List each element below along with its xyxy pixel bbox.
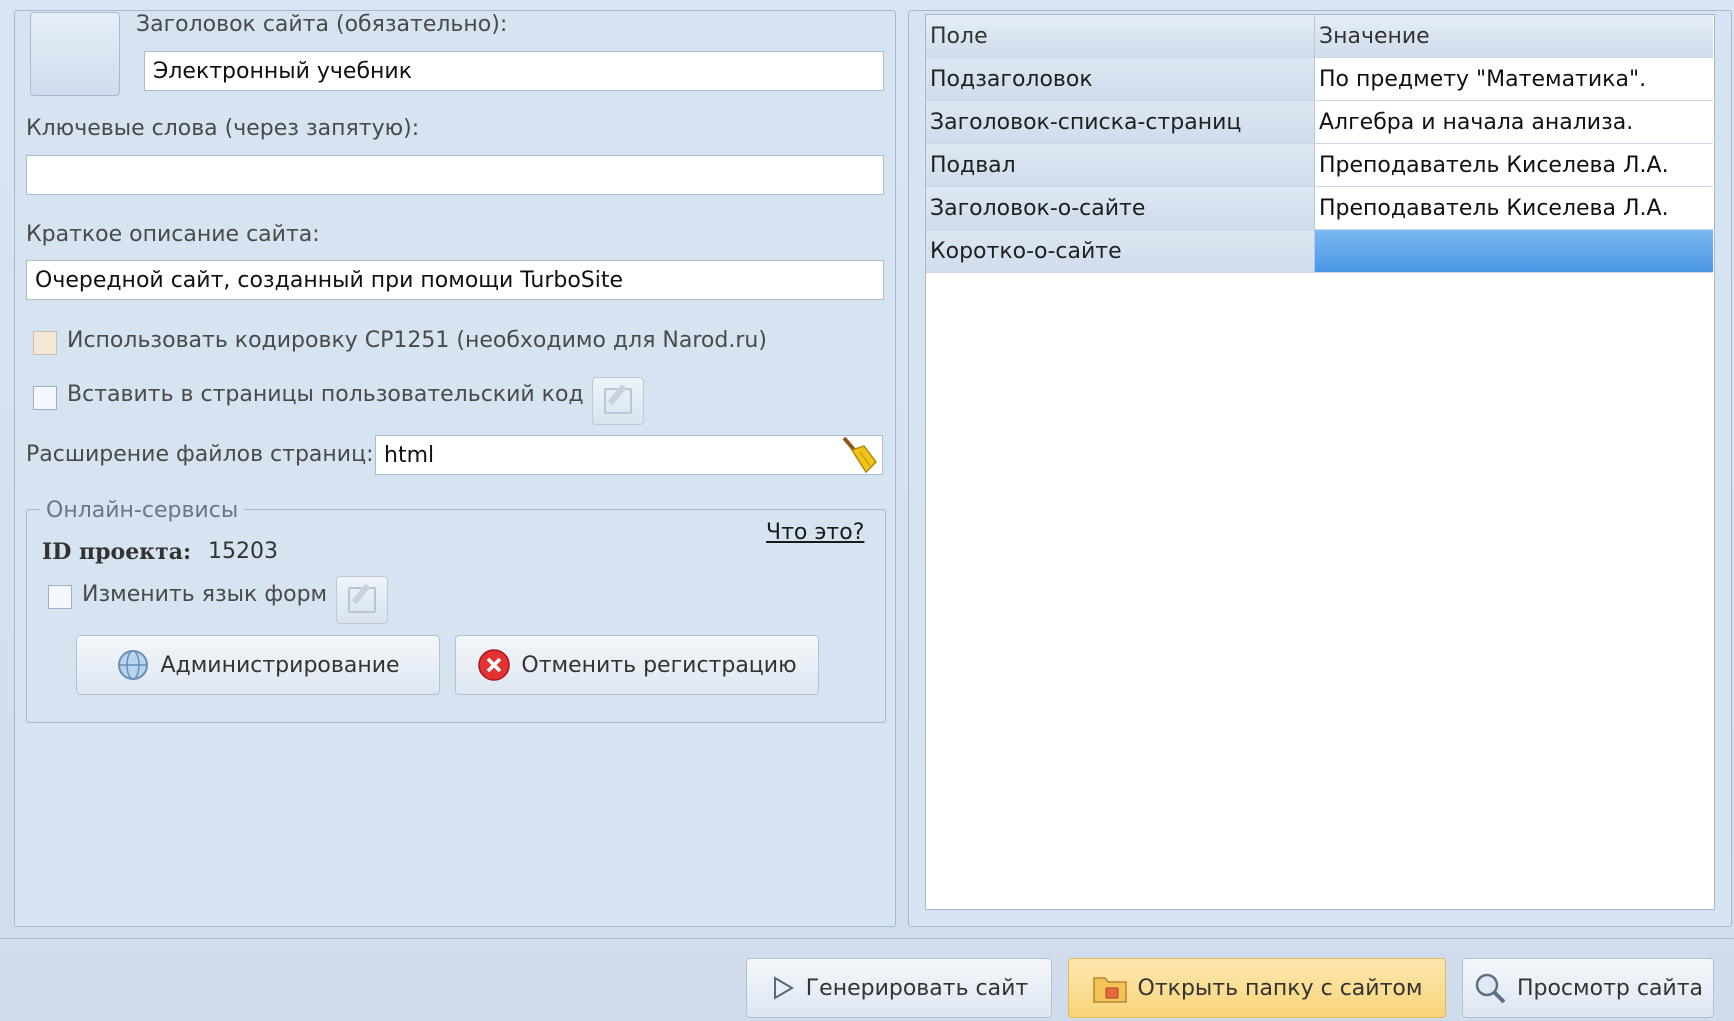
table-row[interactable]: Заголовок-о-сайте Преподаватель Киселева…: [926, 187, 1714, 230]
edit-custom-code-button[interactable]: [592, 377, 644, 425]
app-window: Заголовок сайта (обязательно): Электронн…: [0, 0, 1734, 1021]
field-cell: Заголовок-списка-страниц: [926, 101, 1315, 144]
project-id-value: 15203: [208, 539, 278, 564]
column-header-field[interactable]: Поле: [926, 15, 1315, 58]
site-title-label: Заголовок сайта (обязательно):: [136, 12, 508, 37]
field-cell: Подзаголовок: [926, 58, 1315, 101]
folder-icon: [1092, 977, 1127, 1003]
table-row[interactable]: Подвал Преподаватель Киселева Л.А.: [926, 144, 1714, 187]
cancel-registration-button[interactable]: Отменить регистрацию: [455, 635, 819, 695]
keywords-input[interactable]: [26, 155, 884, 195]
extension-label: Расширение файлов страниц:: [26, 442, 374, 467]
generate-site-button[interactable]: Генерировать сайт: [746, 958, 1052, 1018]
administration-button[interactable]: Администрирование: [76, 635, 440, 695]
play-icon: [773, 976, 794, 1000]
table-row[interactable]: Заголовок-списка-страниц Алгебра и начал…: [926, 101, 1714, 144]
cp1251-label: Использовать кодировку CP1251 (необходим…: [67, 328, 767, 353]
cp1251-checkbox[interactable]: [33, 331, 57, 355]
project-id-label: ID проекта:: [42, 539, 192, 565]
description-label: Краткое описание сайта:: [26, 222, 320, 247]
table-row[interactable]: Коротко-о-сайте: [926, 230, 1714, 273]
field-cell: Коротко-о-сайте: [926, 230, 1315, 273]
properties-grid: Поле Значение Подзаголовок По предмету "…: [925, 14, 1715, 910]
extension-input[interactable]: html: [375, 435, 883, 475]
what-is-this-link[interactable]: Что это?: [766, 520, 864, 545]
generate-site-label: Генерировать сайт: [805, 975, 1029, 1001]
edit-lang-button[interactable]: [336, 576, 388, 624]
cancel-registration-label: Отменить регистрацию: [521, 652, 797, 678]
field-cell: Подвал: [926, 144, 1315, 187]
preview-site-button[interactable]: Просмотр сайта: [1462, 958, 1714, 1018]
value-cell[interactable]: Преподаватель Киселева Л.А.: [1315, 144, 1713, 187]
site-title-input[interactable]: Электронный учебник: [144, 51, 884, 91]
change-lang-checkbox[interactable]: [48, 585, 72, 609]
online-services-legend: Онлайн-сервисы: [40, 498, 245, 523]
value-cell[interactable]: По предмету "Математика".: [1315, 58, 1713, 101]
open-folder-label: Открыть папку с сайтом: [1137, 975, 1423, 1001]
magnifier-icon: [1475, 973, 1506, 1004]
site-icon-button[interactable]: [30, 12, 120, 96]
broom-icon[interactable]: [838, 434, 878, 474]
value-cell[interactable]: Преподаватель Киселева Л.А.: [1315, 187, 1713, 230]
preview-site-label: Просмотр сайта: [1516, 975, 1704, 1001]
selected-value-cell[interactable]: [1315, 230, 1713, 273]
value-cell[interactable]: Алгебра и начала анализа.: [1315, 101, 1713, 144]
open-folder-button[interactable]: Открыть папку с сайтом: [1068, 958, 1446, 1018]
table-row[interactable]: Подзаголовок По предмету "Математика".: [926, 58, 1714, 101]
change-lang-label: Изменить язык форм: [82, 582, 328, 607]
close-icon: [478, 649, 511, 681]
grid-header-row: Поле Значение: [926, 15, 1714, 58]
edit-icon: [604, 388, 632, 414]
globe-icon: [118, 650, 149, 680]
edit-icon: [348, 587, 376, 613]
footer-separator: [0, 938, 1734, 939]
administration-label: Администрирование: [160, 652, 400, 678]
field-cell: Заголовок-о-сайте: [926, 187, 1315, 230]
description-input[interactable]: Очередной сайт, созданный при помощи Tur…: [26, 260, 884, 300]
custom-code-label: Вставить в страницы пользовательский код: [67, 382, 584, 407]
column-header-value[interactable]: Значение: [1315, 15, 1713, 58]
keywords-label: Ключевые слова (через запятую):: [26, 116, 420, 141]
custom-code-checkbox[interactable]: [33, 386, 57, 410]
